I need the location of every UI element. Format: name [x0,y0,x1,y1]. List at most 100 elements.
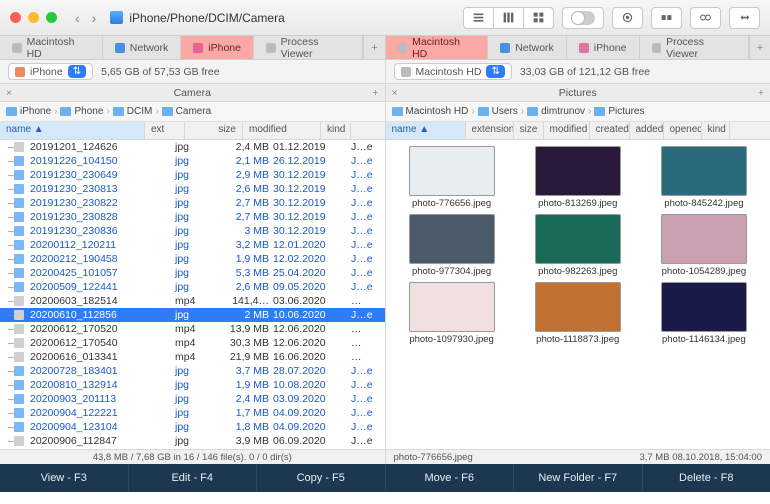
file-row[interactable]: –20200112_120211jpg3,2 MB12.01.2020J…e [0,238,385,252]
col-name[interactable]: name ▲ [386,122,466,139]
col-kind[interactable]: kind [702,122,730,139]
file-row[interactable]: –20200612_170540mp430,3 MB12.06.2020… [0,336,385,350]
tab-network[interactable]: Network [103,36,182,59]
right-drive-select[interactable]: Macintosh HD ⇅ [394,63,512,80]
file-row[interactable]: –20200810_132914jpg1,9 MB10.08.2020J…e [0,378,385,392]
thumbnail[interactable]: photo-982263.jpeg [516,214,640,278]
breadcrumb-item[interactable]: Camera [162,106,212,117]
thumbnail[interactable]: photo-977304.jpeg [390,214,514,278]
minimize-window-button[interactable] [28,12,39,23]
col-extension[interactable]: extension [466,122,514,139]
col-modified[interactable]: modified [243,122,321,139]
bottom-move-button[interactable]: Move - F6 [386,464,515,492]
file-modified: 12.06.2020 [271,337,349,349]
view-list-button[interactable] [463,7,494,29]
col-modified[interactable]: modified [544,122,590,139]
view-icons-button[interactable] [524,7,554,29]
col-size[interactable]: size [185,122,243,139]
add-tab-button[interactable]: + [758,87,764,99]
breadcrumb-item[interactable]: Macintosh HD [392,106,469,117]
file-row[interactable]: –20200904_123104jpg1,8 MB04.09.2020J…e [0,420,385,434]
file-row[interactable]: –20191230_230813jpg2,6 MB30.12.2019J…e [0,182,385,196]
thumbnail-label: photo-1097930.jpeg [409,335,494,346]
preview-button[interactable] [612,7,643,29]
tab-process-viewer[interactable]: Process Viewer [640,36,749,59]
file-row[interactable]: –20191201_124626jpg2,4 MB01.12.2019J…e [0,140,385,154]
thumbnail[interactable]: photo-1097930.jpeg [390,282,514,346]
file-row[interactable]: –20200616_013341mp421,9 MB16.06.2020… [0,350,385,364]
file-icon [14,352,24,362]
tab-macintosh-hd[interactable]: Macintosh HD [0,36,103,59]
breadcrumb-item[interactable]: iPhone [6,106,51,117]
left-drive-select[interactable]: iPhone ⇅ [8,63,93,80]
thumbnail[interactable]: photo-1054289.jpeg [642,214,766,278]
file-row[interactable]: –20200728_183401jpg3,7 MB28.07.2020J…e [0,364,385,378]
close-window-button[interactable] [10,12,21,23]
sync-button[interactable] [729,7,760,29]
toggle-hidden-button[interactable] [562,7,604,29]
file-modified: 10.06.2020 [271,309,349,321]
thumbnail[interactable]: photo-1118873.jpeg [516,282,640,346]
tab-macintosh-hd[interactable]: Macintosh HD [386,36,489,59]
file-row[interactable]: –20200610_112856jpg2 MB10.06.2020J…e [0,308,385,322]
add-tab-button[interactable]: + [372,87,378,99]
bottom-new-button[interactable]: New Folder - F7 [514,464,643,492]
col-added[interactable]: added [630,122,664,139]
breadcrumb-item[interactable]: Phone [60,106,103,117]
file-row[interactable]: –20200509_122441jpg2,6 MB09.05.2020J…e [0,280,385,294]
new-tab-button[interactable]: + [749,36,770,59]
breadcrumb-item[interactable]: dimtrunov [527,106,585,117]
view-columns-button[interactable] [494,7,524,29]
file-row[interactable]: –20191230_230649jpg2,9 MB30.12.2019J…e [0,168,385,182]
file-row[interactable]: –20191230_230836jpg3 MB30.12.2019J…e [0,224,385,238]
file-row[interactable]: –20200212_190458jpg1,9 MB12.02.2020J…e [0,252,385,266]
new-tab-button[interactable]: + [363,36,384,59]
zoom-window-button[interactable] [46,12,57,23]
file-kind: J…e [349,225,379,237]
bottom-view-button[interactable]: View - F3 [0,464,129,492]
col-created[interactable]: created [590,122,630,139]
file-ext: jpg [173,169,213,181]
bottom-copy-button[interactable]: Copy - F5 [257,464,386,492]
col-opened[interactable]: opened [664,122,702,139]
file-row[interactable]: –20200603_182514mp4141,4…03.06.2020… [0,294,385,308]
file-row[interactable]: –20200425_101057jpg5,3 MB25.04.2020J…e [0,266,385,280]
drive-dropdown-icon[interactable]: ⇅ [486,65,504,78]
file-row[interactable]: –20200612_170520mp413,9 MB12.06.2020… [0,322,385,336]
right-drivebar: Macintosh HD ⇅ 33,03 GB of 121,12 GB fre… [386,60,770,84]
tab-iphone[interactable]: iPhone [567,36,640,59]
back-button[interactable]: ‹ [75,10,80,26]
tab-network[interactable]: Network [488,36,567,59]
file-row[interactable]: –20200906_112847jpg3,9 MB06.09.2020J…e [0,434,385,448]
close-tab-button[interactable]: × [6,87,12,99]
thumbnail[interactable]: photo-776656.jpeg [390,146,514,210]
folder-icon [392,107,403,116]
bottom-edit-button[interactable]: Edit - F4 [129,464,258,492]
file-row[interactable]: –20200903_201113jpg2,4 MB03.09.2020J…e [0,392,385,406]
breadcrumb-item[interactable]: DCIM [113,106,153,117]
file-row[interactable]: –20200904_122221jpg1,7 MB04.09.2020J…e [0,406,385,420]
file-size: 2 MB [213,309,271,321]
file-kind: J…e [349,309,379,321]
drive-dropdown-icon[interactable]: ⇅ [68,65,86,78]
thumbnail[interactable]: photo-845242.jpeg [642,146,766,210]
full-mode-button[interactable] [690,7,721,29]
col-name[interactable]: name ▲ [0,122,145,139]
col-size[interactable]: size [514,122,544,139]
file-row[interactable]: –20191230_230828jpg2,7 MB30.12.2019J…e [0,210,385,224]
breadcrumb-item[interactable]: Pictures [594,106,644,117]
col-kind[interactable]: kind [321,122,351,139]
tab-process-viewer[interactable]: Process Viewer [254,36,363,59]
forward-button[interactable]: › [92,10,97,26]
file-row[interactable]: –20191230_230822jpg2,7 MB30.12.2019J…e [0,196,385,210]
breadcrumb-item[interactable]: Users [478,106,518,117]
brief-mode-button[interactable] [651,7,682,29]
col-ext[interactable]: ext [145,122,185,139]
tab-iphone[interactable]: iPhone [181,36,254,59]
file-name: 20191226_104150 [28,155,173,167]
bottom-delete-button[interactable]: Delete - F8 [643,464,770,492]
close-tab-button[interactable]: × [392,87,398,99]
file-row[interactable]: –20191226_104150jpg2,1 MB26.12.2019J…e [0,154,385,168]
thumbnail[interactable]: photo-813269.jpeg [516,146,640,210]
thumbnail[interactable]: photo-1146134.jpeg [642,282,766,346]
